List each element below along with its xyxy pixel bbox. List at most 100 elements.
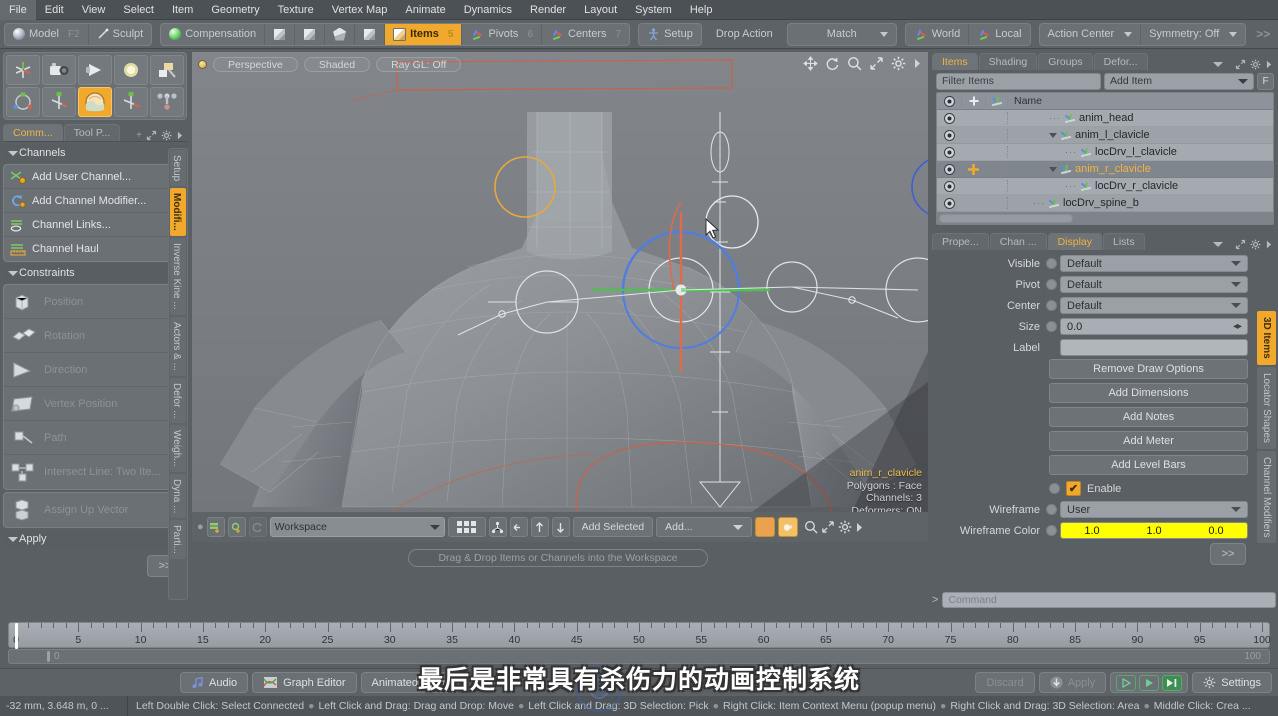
left-tab-toolp[interactable]: Tool P... — [63, 124, 121, 141]
mode-model-button[interactable]: Model F2 — [5, 23, 89, 45]
select-items-button[interactable]: Items 5 — [385, 23, 463, 45]
wireframe-dropdown[interactable]: User — [1060, 501, 1248, 518]
vtab-inversekine[interactable]: Inverse Kine ... — [170, 237, 186, 315]
vtab-defor[interactable]: Defor ... — [170, 377, 186, 424]
select-polygons-button[interactable] — [325, 23, 356, 45]
fit-icon[interactable] — [869, 56, 884, 71]
command-position[interactable]: Position — [4, 285, 186, 319]
select-materials-button[interactable] — [355, 23, 386, 45]
item-row-locDrv_l_clavicle[interactable]: ··· locDrv_l_clavicle — [937, 144, 1273, 161]
settings-workspace-icon[interactable] — [227, 517, 246, 537]
joint-icon[interactable] — [6, 87, 40, 117]
workspace-preset-dropdown[interactable]: Workspace — [269, 517, 445, 537]
down-arrow-icon[interactable] — [551, 517, 570, 537]
item-row-anim_head[interactable]: ··· anim_head — [937, 110, 1273, 127]
property-dropdown-center[interactable]: Default — [1060, 297, 1248, 314]
command-channel-links[interactable]: Channel Links... — [4, 213, 186, 237]
menu-item-texture[interactable]: Texture — [269, 0, 323, 20]
expand-icon[interactable] — [146, 130, 157, 141]
properties-more-button[interactable]: >> — [1210, 543, 1246, 565]
add-workspace-icon[interactable] — [206, 517, 225, 537]
command-vertex-position[interactable]: Vertex Position — [4, 387, 186, 421]
item-name-cell[interactable]: ··· locDrv_l_clavicle — [1007, 146, 1273, 158]
graph-editor-button[interactable]: Graph Editor — [252, 672, 357, 693]
command-path[interactable]: Path — [4, 421, 186, 455]
local-button[interactable]: Local — [969, 24, 1029, 45]
vtab-parti[interactable]: Parti... — [170, 520, 186, 559]
item-name-cell[interactable]: ··· locDrv_r_clavicle — [1007, 180, 1273, 192]
play-reverse-icon[interactable] — [1116, 674, 1137, 691]
expand-icon[interactable] — [821, 520, 835, 534]
viewport-menu-icon[interactable] — [198, 59, 207, 69]
item-name-cell[interactable]: anim_r_clavicle — [1007, 163, 1273, 175]
property-knob-size[interactable] — [1046, 321, 1057, 332]
command-add-user-channel[interactable]: Add User Channel... — [4, 165, 186, 189]
expander-down-icon[interactable] — [1049, 166, 1057, 172]
rvtab-locatorshapes[interactable]: Locator Shapes — [1257, 366, 1276, 449]
command-input[interactable]: Command — [942, 592, 1276, 608]
swatch-pink-icon[interactable] — [755, 517, 776, 537]
range-start-handle[interactable] — [47, 651, 50, 662]
3d-viewport[interactable]: Perspective Shaded Ray GL: Off anim_r_cl… — [192, 52, 928, 512]
compensation-button[interactable]: Compensation — [161, 23, 266, 45]
item-row-anim_l_clavicle[interactable]: anim_l_clavicle — [937, 127, 1273, 144]
property-dropdown-visible[interactable]: Default — [1060, 255, 1248, 272]
rotate-icon[interactable] — [825, 56, 840, 71]
items-tab-shading[interactable]: Shading — [978, 53, 1038, 70]
items-horizontal-scrollbar[interactable] — [937, 212, 1273, 224]
items-tab-items[interactable]: Items — [932, 53, 978, 70]
item-row-locDrv_spine_b[interactable]: ··· locDrv_spine_b — [937, 195, 1273, 212]
menu-item-dynamics[interactable]: Dynamics — [455, 0, 521, 20]
revert-workspace-icon[interactable] — [248, 517, 267, 537]
timeline-ruler[interactable]: 0510152025303540455055606570758085909510… — [8, 622, 1271, 649]
select-centers-button[interactable]: Centers 7 — [542, 24, 629, 45]
raygl-button[interactable]: Ray GL: Off — [376, 56, 462, 72]
wireframe-color-knob-icon[interactable] — [1046, 525, 1057, 536]
apply-button[interactable]: Apply — [1038, 672, 1107, 693]
item-name-cell[interactable]: anim_l_clavicle — [1007, 129, 1273, 141]
select-vertices-button[interactable] — [265, 23, 296, 45]
visibility-toggle[interactable] — [937, 163, 961, 175]
prop-tab-display[interactable]: Display — [1047, 233, 1102, 250]
command-assign-up-vector[interactable]: Assign Up Vector — [4, 493, 186, 527]
timeline-playhead[interactable] — [15, 623, 18, 649]
workspace-dropzone[interactable]: Drag & Drop Items or Channels into the W… — [408, 549, 708, 567]
filter-items-input[interactable]: Filter Items — [936, 73, 1101, 90]
shading-button[interactable]: Shaded — [303, 56, 371, 72]
workspace-menu-dot[interactable]: ● — [197, 521, 204, 533]
chevron-right-icon[interactable] — [1265, 239, 1273, 250]
menu-item-select[interactable]: Select — [114, 0, 163, 20]
projection-button[interactable]: Perspective — [213, 56, 298, 72]
enable-knob-icon[interactable] — [1049, 483, 1060, 494]
pose-toggle[interactable] — [961, 162, 985, 176]
play-to-end-icon[interactable] — [1162, 674, 1183, 691]
locator-axis-icon[interactable] — [42, 87, 76, 117]
ik-chain-icon[interactable] — [150, 87, 184, 117]
spotlight-icon[interactable] — [78, 55, 112, 85]
toolbar-overflow-button[interactable]: >> — [1250, 24, 1276, 45]
axis-locator-icon[interactable] — [6, 55, 40, 85]
menu-item-vertex-map[interactable]: Vertex Map — [323, 0, 397, 20]
scrollbar-thumb[interactable] — [939, 213, 1074, 223]
items-tab-defor[interactable]: Defor... — [1093, 53, 1148, 70]
expand-icon[interactable] — [1235, 59, 1246, 70]
select-pivots-button[interactable]: Pivots 6 — [462, 23, 542, 45]
grid-view-icon[interactable] — [447, 517, 486, 537]
left-tab-comm[interactable]: Comm... — [3, 124, 63, 141]
gear-icon[interactable] — [891, 56, 906, 71]
wireframe-color-field[interactable]: 1.0 1.0 0.0 — [1060, 522, 1248, 539]
add-menu-dropdown[interactable]: Add... — [656, 517, 753, 537]
vtab-weigh[interactable]: Weigh... — [170, 425, 186, 472]
menu-item-layout[interactable]: Layout — [575, 0, 626, 20]
visibility-toggle[interactable] — [937, 129, 961, 141]
property-dropdown-pivot[interactable]: Default — [1060, 276, 1248, 293]
select-edges-button[interactable] — [295, 23, 326, 45]
visibility-toggle[interactable] — [937, 112, 961, 124]
item-name-cell[interactable]: ··· locDrv_spine_b — [1007, 197, 1273, 209]
command-channel-haul[interactable]: Channel HaulC — [4, 237, 186, 261]
button-remove-draw-options[interactable]: Remove Draw Options — [1049, 359, 1248, 379]
target-icon[interactable] — [114, 87, 148, 117]
property-knob-visible[interactable] — [1046, 258, 1057, 269]
pan-icon[interactable] — [803, 56, 818, 71]
menu-item-item[interactable]: Item — [163, 0, 202, 20]
